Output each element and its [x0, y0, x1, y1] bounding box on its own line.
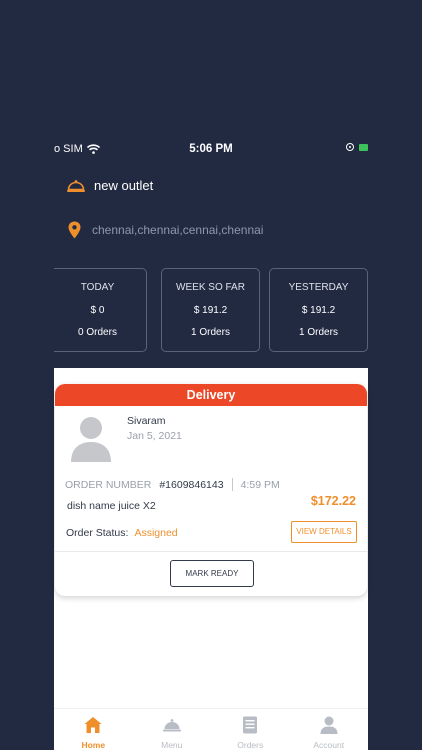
order-date: Jan 5, 2021 — [127, 430, 182, 442]
customer-name: Sivaram — [127, 415, 166, 427]
separator — [231, 478, 233, 491]
stat-label: TODAY — [80, 282, 115, 293]
cloche-icon — [162, 719, 181, 732]
avatar — [71, 417, 111, 462]
status-bar: o SIM 5:06 PM — [54, 142, 368, 158]
mark-ready-button[interactable]: MARK READY — [170, 560, 254, 587]
map-pin-icon — [68, 221, 81, 239]
stat-label: WEEK SO FAR — [176, 282, 245, 293]
tab-home[interactable]: Home — [54, 709, 133, 750]
orders-panel: Delivery Sivaram Jan 5, 2021 ORDER NUMBE… — [54, 368, 368, 750]
order-items: dish name juice X2 — [67, 500, 156, 512]
outlet-address: chennai,chennai,cennai,chennai — [92, 223, 264, 237]
stat-card-yesterday[interactable]: YESTERDAY $ 191.2 1 Orders — [269, 268, 368, 352]
stat-card-week[interactable]: WEEK SO FAR $ 191.2 1 Orders — [161, 268, 260, 352]
stat-label: YESTERDAY — [288, 282, 349, 293]
stat-amount: $ 191.2 — [193, 305, 228, 316]
cloche-icon — [67, 179, 85, 192]
order-status-value: Assigned — [134, 527, 178, 539]
view-details-button[interactable]: VIEW DETAILS — [291, 521, 357, 543]
address-row: chennai,chennai,cennai,chennai — [68, 221, 263, 239]
person-icon — [320, 716, 338, 734]
tab-menu[interactable]: Menu — [133, 709, 212, 750]
order-type-header: Delivery — [55, 384, 367, 406]
status-right — [346, 143, 368, 151]
stat-orders: 1 Orders — [299, 327, 338, 338]
stat-amount: $ 191.2 — [301, 305, 336, 316]
stats-carousel[interactable]: TODAY $ 0 0 Orders WEEK SO FAR $ 191.2 1… — [54, 268, 368, 352]
tab-label: Orders — [237, 740, 264, 750]
order-price: $172.22 — [310, 494, 356, 508]
order-time: 4:59 PM — [240, 478, 280, 491]
outlet-name: new outlet — [94, 178, 154, 193]
stat-orders: 0 Orders — [78, 327, 117, 338]
stat-amount: $ 0 — [90, 305, 105, 316]
divider — [55, 551, 367, 552]
tab-label: Home — [81, 740, 106, 750]
stat-card-today[interactable]: TODAY $ 0 0 Orders — [54, 268, 147, 352]
order-number-label: ORDER NUMBER — [65, 478, 152, 491]
bottom-tab-bar: Home Menu Orders Account — [54, 708, 368, 750]
order-number-line: ORDER NUMBER #1609846143 4:59 PM — [65, 478, 280, 491]
tab-label: Menu — [161, 740, 183, 750]
battery-icon — [359, 143, 368, 151]
order-status-line: Order Status: Assigned — [66, 527, 178, 539]
order-number: #1609846143 — [159, 478, 224, 491]
tab-label: Account — [313, 740, 345, 750]
tab-orders[interactable]: Orders — [211, 709, 290, 750]
home-icon — [84, 717, 102, 733]
stat-orders: 1 Orders — [191, 327, 230, 338]
status-time: 5:06 PM — [189, 143, 233, 155]
tab-account[interactable]: Account — [290, 709, 369, 750]
document-icon — [243, 716, 258, 734]
outlet-row[interactable]: new outlet — [66, 178, 153, 193]
order-card[interactable]: Delivery Sivaram Jan 5, 2021 ORDER NUMBE… — [55, 384, 367, 596]
order-status-label: Order Status: — [66, 527, 129, 539]
location-status-icon — [346, 143, 354, 151]
